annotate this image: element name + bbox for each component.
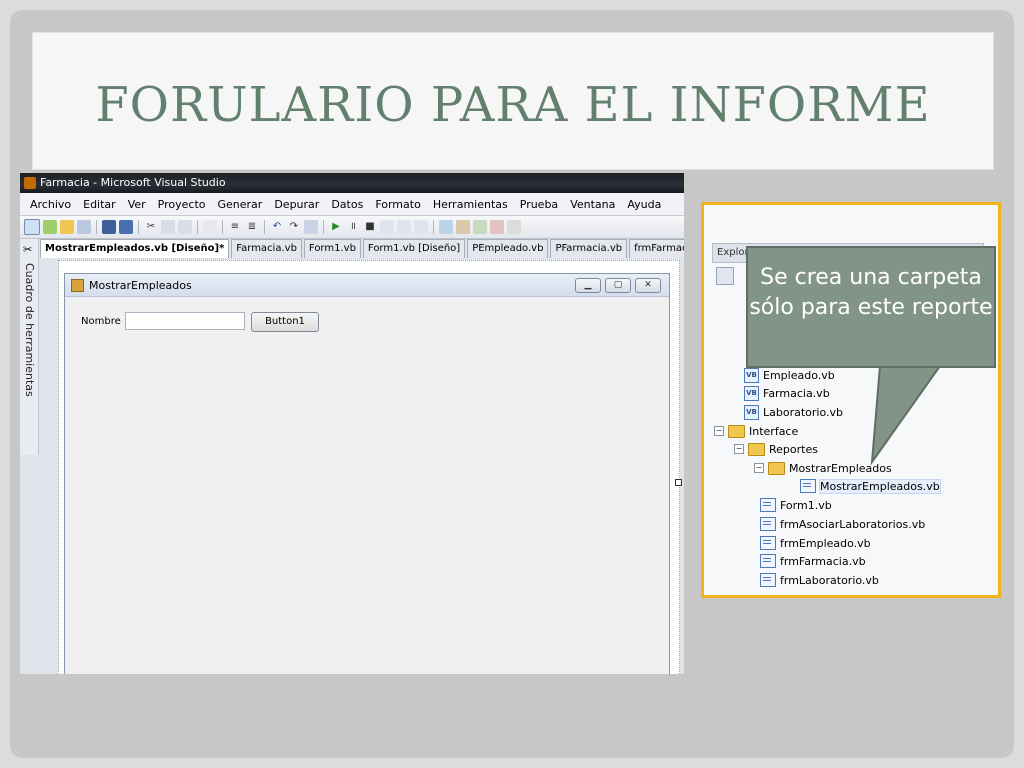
form-file-icon [760,536,776,550]
form-icon [71,278,84,292]
redo-icon[interactable]: ↷ [287,220,301,234]
maximize-icon[interactable]: ▢ [605,278,631,293]
vb-file-icon: VB [744,385,759,401]
save-icon[interactable] [102,220,116,234]
add-item-icon[interactable] [43,220,57,234]
collapse-icon[interactable]: − [714,426,724,436]
menu-proyecto[interactable]: Proyecto [158,198,206,211]
paste-icon[interactable] [178,220,192,234]
document-tabs: MostrarEmpleados.vb [Diseño]* Farmacia.v… [40,239,684,259]
tree-item-frmempleado[interactable]: frmEmpleado.vb [760,535,871,551]
tree-item-empleado[interactable]: VB Empleado.vb [744,367,835,383]
window-controls: ▁ ▢ ✕ [575,278,661,293]
form-title: MostrarEmpleados [89,278,192,292]
step-into-icon[interactable] [397,220,411,234]
tab-pempleado[interactable]: PEmpleado.vb [467,239,549,258]
form-titlebar: MostrarEmpleados ▁ ▢ ✕ [65,274,669,297]
tree-item-mostrarempleados-file[interactable]: MostrarEmpleados.vb [800,478,941,494]
collapse-icon[interactable]: − [754,463,764,473]
menu-archivo[interactable]: Archivo [30,198,71,211]
menu-ventana[interactable]: Ventana [570,198,615,211]
menu-bar: Archivo Editar Ver Proyecto Generar Depu… [20,193,684,216]
resize-handle[interactable] [675,479,682,486]
indent-icon[interactable]: ≣ [245,220,259,234]
tab-mostrarempleados-design[interactable]: MostrarEmpleados.vb [Diseño]* [40,239,230,258]
menu-editar[interactable]: Editar [83,198,116,211]
find-icon[interactable] [203,220,217,234]
tree-item-interface[interactable]: − Interface [714,423,798,439]
tab-farmacia[interactable]: Farmacia.vb [231,239,302,258]
toolbox-icon[interactable] [490,220,504,234]
form-file-icon [760,573,776,587]
callout-box: Se crea una carpeta sólo para este repor… [746,246,996,368]
form-file-icon [760,498,776,512]
new-project-icon[interactable] [24,219,40,235]
visual-studio-icon [24,177,36,189]
stop-icon[interactable]: ■ [363,220,377,234]
step-out-icon[interactable] [414,220,428,234]
vb-file-icon: VB [744,404,759,420]
toolbox-sidebar[interactable]: ✂ Cuadro de herramientas [20,239,39,455]
nombre-textbox[interactable] [125,312,245,330]
cut-icon[interactable]: ✂ [144,220,158,234]
menu-formato[interactable]: Formato [375,198,421,211]
toolbox-icon: ✂ [23,243,33,256]
folder-open-icon [768,461,785,475]
minimize-icon[interactable]: ▁ [575,278,601,293]
tree-item-reportes[interactable]: − Reportes [734,441,818,457]
open-folder-icon[interactable] [60,220,74,234]
other-windows-icon[interactable] [507,220,521,234]
collapse-icon[interactable]: − [734,444,744,454]
tree-item-mostrarempleados-folder[interactable]: − MostrarEmpleados [754,460,892,476]
tree-item-laboratorio[interactable]: VB Laboratorio.vb [744,404,843,420]
tab-form1[interactable]: Form1.vb [303,239,361,258]
window-titlebar: Farmacia - Microsoft Visual Studio [20,173,684,193]
folder-icon [748,442,765,456]
folder-open-icon [728,424,745,438]
toolbox-label: Cuadro de herramientas [23,263,36,397]
menu-datos[interactable]: Datos [331,198,363,211]
new-window-icon[interactable] [77,220,91,234]
start-icon[interactable]: ▶ [329,220,343,234]
tab-frmfarmacia[interactable]: frmFarmacia.vb [629,239,684,258]
close-icon[interactable]: ✕ [635,278,661,293]
tree-item-form1[interactable]: Form1.vb [760,497,832,513]
button1[interactable]: Button1 [251,312,319,332]
navigate-icon[interactable] [304,220,318,234]
form-file-icon [760,554,776,568]
properties-icon[interactable] [716,267,734,285]
menu-prueba[interactable]: Prueba [520,198,558,211]
menu-depurar[interactable]: Depurar [274,198,319,211]
save-all-icon[interactable] [119,220,133,234]
slide-title: FORULARIO PARA EL INFORME [95,77,931,133]
menu-ver[interactable]: Ver [128,198,146,211]
undo-icon[interactable]: ↶ [270,220,284,234]
tree-item-frmlaboratorio[interactable]: frmLaboratorio.vb [760,572,879,588]
menu-generar[interactable]: Generar [218,198,263,211]
visual-studio-window: Farmacia - Microsoft Visual Studio Archi… [20,173,684,674]
nombre-label: Nombre [81,316,121,327]
menu-ayuda[interactable]: Ayuda [627,198,661,211]
tree-item-frmfarmacia[interactable]: frmFarmacia.vb [760,553,866,569]
step-icon[interactable] [380,220,394,234]
solution-explorer-icon[interactable] [439,220,453,234]
object-browser-icon[interactable] [473,220,487,234]
tree-item-farmacia[interactable]: VB Farmacia.vb [744,385,830,401]
toolbar: ✂ ≡ ≣ ↶ ↷ ▶ ॥ ■ [20,216,684,239]
copy-icon[interactable] [161,220,175,234]
form-designer-window[interactable]: MostrarEmpleados ▁ ▢ ✕ Nombre Button1 [64,273,670,674]
menu-herramientas[interactable]: Herramientas [433,198,508,211]
window-title: Farmacia - Microsoft Visual Studio [40,176,226,189]
tab-form1-design[interactable]: Form1.vb [Diseño] [362,239,466,258]
align-icon[interactable]: ≡ [228,220,242,234]
pause-icon[interactable]: ॥ [346,220,360,234]
title-box: FORULARIO PARA EL INFORME [32,32,994,170]
tab-pfarmacia[interactable]: PFarmacia.vb [550,239,628,258]
form-file-icon [800,479,816,493]
tree-item-frmasociarlaboratorios[interactable]: frmAsociarLaboratorios.vb [760,516,925,532]
form-file-icon [760,517,776,531]
properties-icon[interactable] [456,220,470,234]
vb-file-icon: VB [744,367,759,383]
